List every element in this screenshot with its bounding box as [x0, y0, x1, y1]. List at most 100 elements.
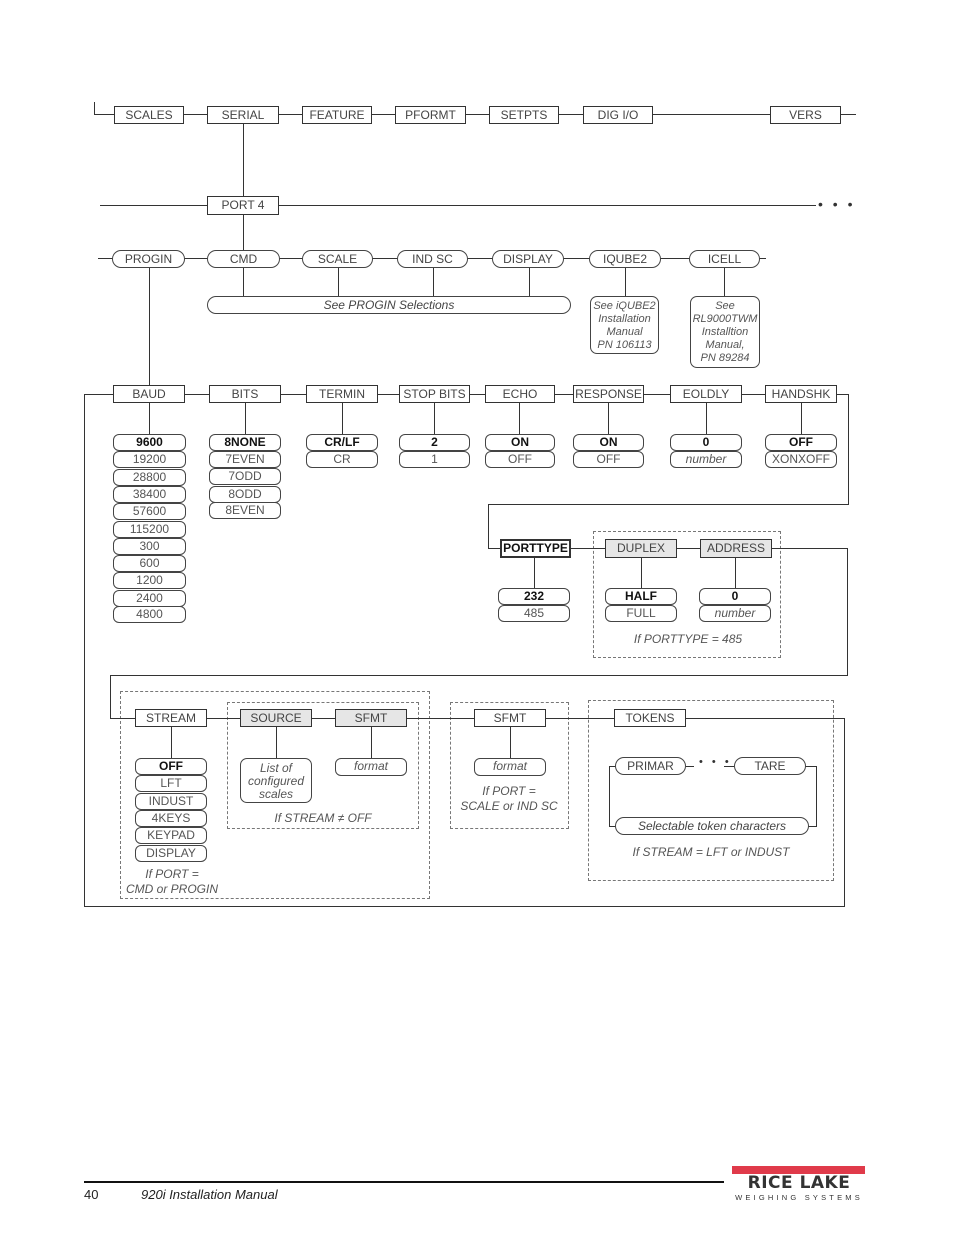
connector [510, 727, 511, 758]
param-termin[interactable]: TERMIN [306, 385, 378, 403]
address-option[interactable]: number [699, 605, 771, 622]
tokens-condition: If STREAM = LFT or INDUST [632, 845, 790, 859]
duplex-option[interactable]: FULL [605, 605, 677, 622]
connector [488, 504, 489, 548]
param-duplex[interactable]: DUPLEX [605, 539, 677, 558]
param-sfmt-stream[interactable]: SFMT [335, 709, 407, 727]
param-source[interactable]: SOURCE [240, 709, 312, 727]
baud-option[interactable]: 115200 [113, 521, 186, 538]
param-sfmt-scale[interactable]: SFMT [474, 709, 546, 727]
param-porttype[interactable]: PORTTYPE [500, 539, 571, 558]
connector [641, 558, 642, 588]
mode-iqube2[interactable]: IQUBE2 [589, 250, 661, 268]
baud-option[interactable]: 19200 [113, 451, 186, 468]
sfmt-scale-value[interactable]: format [474, 758, 546, 776]
param-address[interactable]: ADDRESS [700, 539, 772, 558]
connector [149, 403, 150, 434]
bits-option[interactable]: 7ODD [209, 468, 281, 485]
connector [338, 268, 339, 296]
connector [686, 766, 694, 767]
stream-on-condition: If STREAM ≠ OFF [274, 811, 372, 825]
menu-scales[interactable]: SCALES [114, 106, 184, 124]
mode-ind-sc[interactable]: IND SC [397, 250, 468, 268]
echo-option[interactable]: OFF [485, 451, 555, 468]
stream-option[interactable]: OFF [135, 758, 207, 775]
condition-line: If PORT = [145, 867, 199, 881]
mode-icell[interactable]: ICELL [689, 250, 760, 268]
menu-setpts[interactable]: SETPTS [489, 106, 559, 124]
baud-option[interactable]: 2400 [113, 590, 186, 607]
eoldly-option[interactable]: 0 [670, 434, 742, 451]
connector [110, 675, 111, 719]
baud-option[interactable]: 4800 [113, 606, 186, 623]
menu-serial[interactable]: SERIAL [207, 106, 279, 124]
baud-option[interactable]: 28800 [113, 469, 186, 486]
bits-option[interactable]: 7EVEN [209, 451, 281, 468]
bits-option[interactable]: 8ODD [209, 486, 281, 503]
eoldly-option[interactable]: number [670, 451, 742, 468]
connector [171, 727, 172, 758]
param-stream[interactable]: STREAM [135, 709, 207, 727]
param-response[interactable]: RESPONSE [573, 385, 644, 403]
baud-option[interactable]: 38400 [113, 486, 186, 503]
menu-dig-io[interactable]: DIG I/O [583, 106, 653, 124]
stream-option[interactable]: 4KEYS [135, 810, 207, 827]
connector [84, 394, 85, 907]
baud-option[interactable]: 600 [113, 555, 186, 572]
handshk-option[interactable]: XONXOFF [765, 451, 837, 468]
port-4-node[interactable]: PORT 4 [207, 196, 279, 215]
stream-option[interactable]: LFT [135, 775, 207, 792]
response-option[interactable]: OFF [573, 451, 644, 468]
echo-option[interactable]: ON [485, 434, 555, 451]
mode-display[interactable]: DISPLAY [492, 250, 564, 268]
connector [805, 766, 817, 767]
handshk-option[interactable]: OFF [765, 434, 837, 451]
param-tokens[interactable]: TOKENS [614, 709, 686, 727]
connector [488, 504, 849, 505]
porttype-option[interactable]: 232 [498, 588, 570, 605]
mode-scale[interactable]: SCALE [302, 250, 373, 268]
connector [625, 268, 626, 296]
menu-feature[interactable]: FEATURE [302, 106, 372, 124]
stop-bits-option[interactable]: 1 [399, 451, 470, 468]
response-option[interactable]: ON [573, 434, 644, 451]
mode-cmd[interactable]: CMD [207, 250, 280, 268]
connector [801, 403, 802, 434]
duplex-option[interactable]: HALF [605, 588, 677, 605]
stream-option[interactable]: KEYPAD [135, 827, 207, 844]
stream-option[interactable]: INDUST [135, 793, 207, 810]
token-primar[interactable]: PRIMAR [615, 757, 686, 775]
logo-tagline: WEIGHING SYSTEMS [735, 1193, 863, 1202]
menu-vers[interactable]: VERS [770, 106, 841, 124]
param-bits[interactable]: BITS [209, 385, 281, 403]
baud-option[interactable]: 57600 [113, 503, 186, 520]
sfmt-stream-value[interactable]: format [335, 758, 407, 776]
connector [243, 268, 244, 296]
menu-pformt[interactable]: PFORMT [395, 106, 466, 124]
connector [84, 906, 845, 907]
termin-option[interactable]: CR/LF [306, 434, 378, 451]
address-option[interactable]: 0 [699, 588, 771, 605]
mode-progin[interactable]: PROGIN [112, 250, 185, 268]
note-line: Installation [598, 313, 651, 325]
param-echo[interactable]: ECHO [485, 385, 555, 403]
param-stop-bits[interactable]: STOP BITS [399, 385, 470, 403]
connector [276, 727, 277, 758]
baud-option[interactable]: 1200 [113, 572, 186, 589]
manual-title: 920i Installation Manual [141, 1187, 278, 1202]
termin-option[interactable]: CR [306, 451, 378, 468]
bits-option[interactable]: 8EVEN [209, 502, 281, 519]
note-line: RL9000TWM [692, 313, 758, 325]
baud-option[interactable]: 9600 [113, 434, 186, 451]
porttype-option[interactable]: 485 [498, 605, 570, 622]
baud-option[interactable]: 300 [113, 538, 186, 555]
stream-option[interactable]: DISPLAY [135, 845, 207, 862]
bits-option[interactable]: 8NONE [209, 434, 281, 451]
param-eoldly[interactable]: EOLDLY [670, 385, 742, 403]
condition-line: If PORT = [482, 784, 536, 798]
token-characters[interactable]: Selectable token characters [615, 817, 809, 835]
param-handshk[interactable]: HANDSHK [765, 385, 837, 403]
token-tare[interactable]: TARE [734, 757, 806, 775]
stop-bits-option[interactable]: 2 [399, 434, 470, 451]
param-baud[interactable]: BAUD [113, 385, 185, 403]
